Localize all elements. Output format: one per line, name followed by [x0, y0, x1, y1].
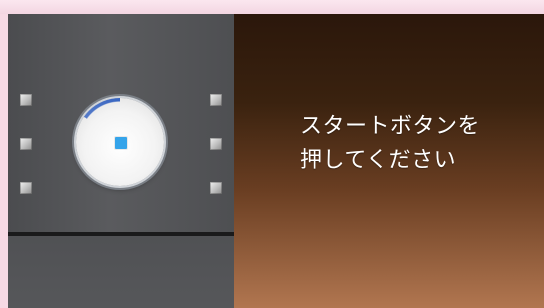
- indicator-right-2-icon: [210, 138, 222, 150]
- indicator-left-2-icon: [20, 138, 32, 150]
- start-button[interactable]: [76, 98, 164, 186]
- top-strip: [0, 0, 544, 14]
- instruction-panel: スタートボタンを 押してください: [234, 14, 544, 308]
- instruction-line-1: スタートボタンを: [300, 114, 481, 139]
- panel-lower: [8, 236, 234, 308]
- indicator-right-3-icon: [210, 182, 222, 194]
- indicator-left-1-icon: [20, 94, 32, 106]
- instruction-message: スタートボタンを 押してください: [300, 110, 530, 178]
- start-button-center-icon: [115, 137, 127, 149]
- instruction-line-2: 押してください: [300, 148, 457, 173]
- device-panel: [8, 14, 234, 308]
- indicator-left-3-icon: [20, 182, 32, 194]
- screen-frame: スタートボタンを 押してください: [0, 0, 544, 308]
- indicator-right-1-icon: [210, 94, 222, 106]
